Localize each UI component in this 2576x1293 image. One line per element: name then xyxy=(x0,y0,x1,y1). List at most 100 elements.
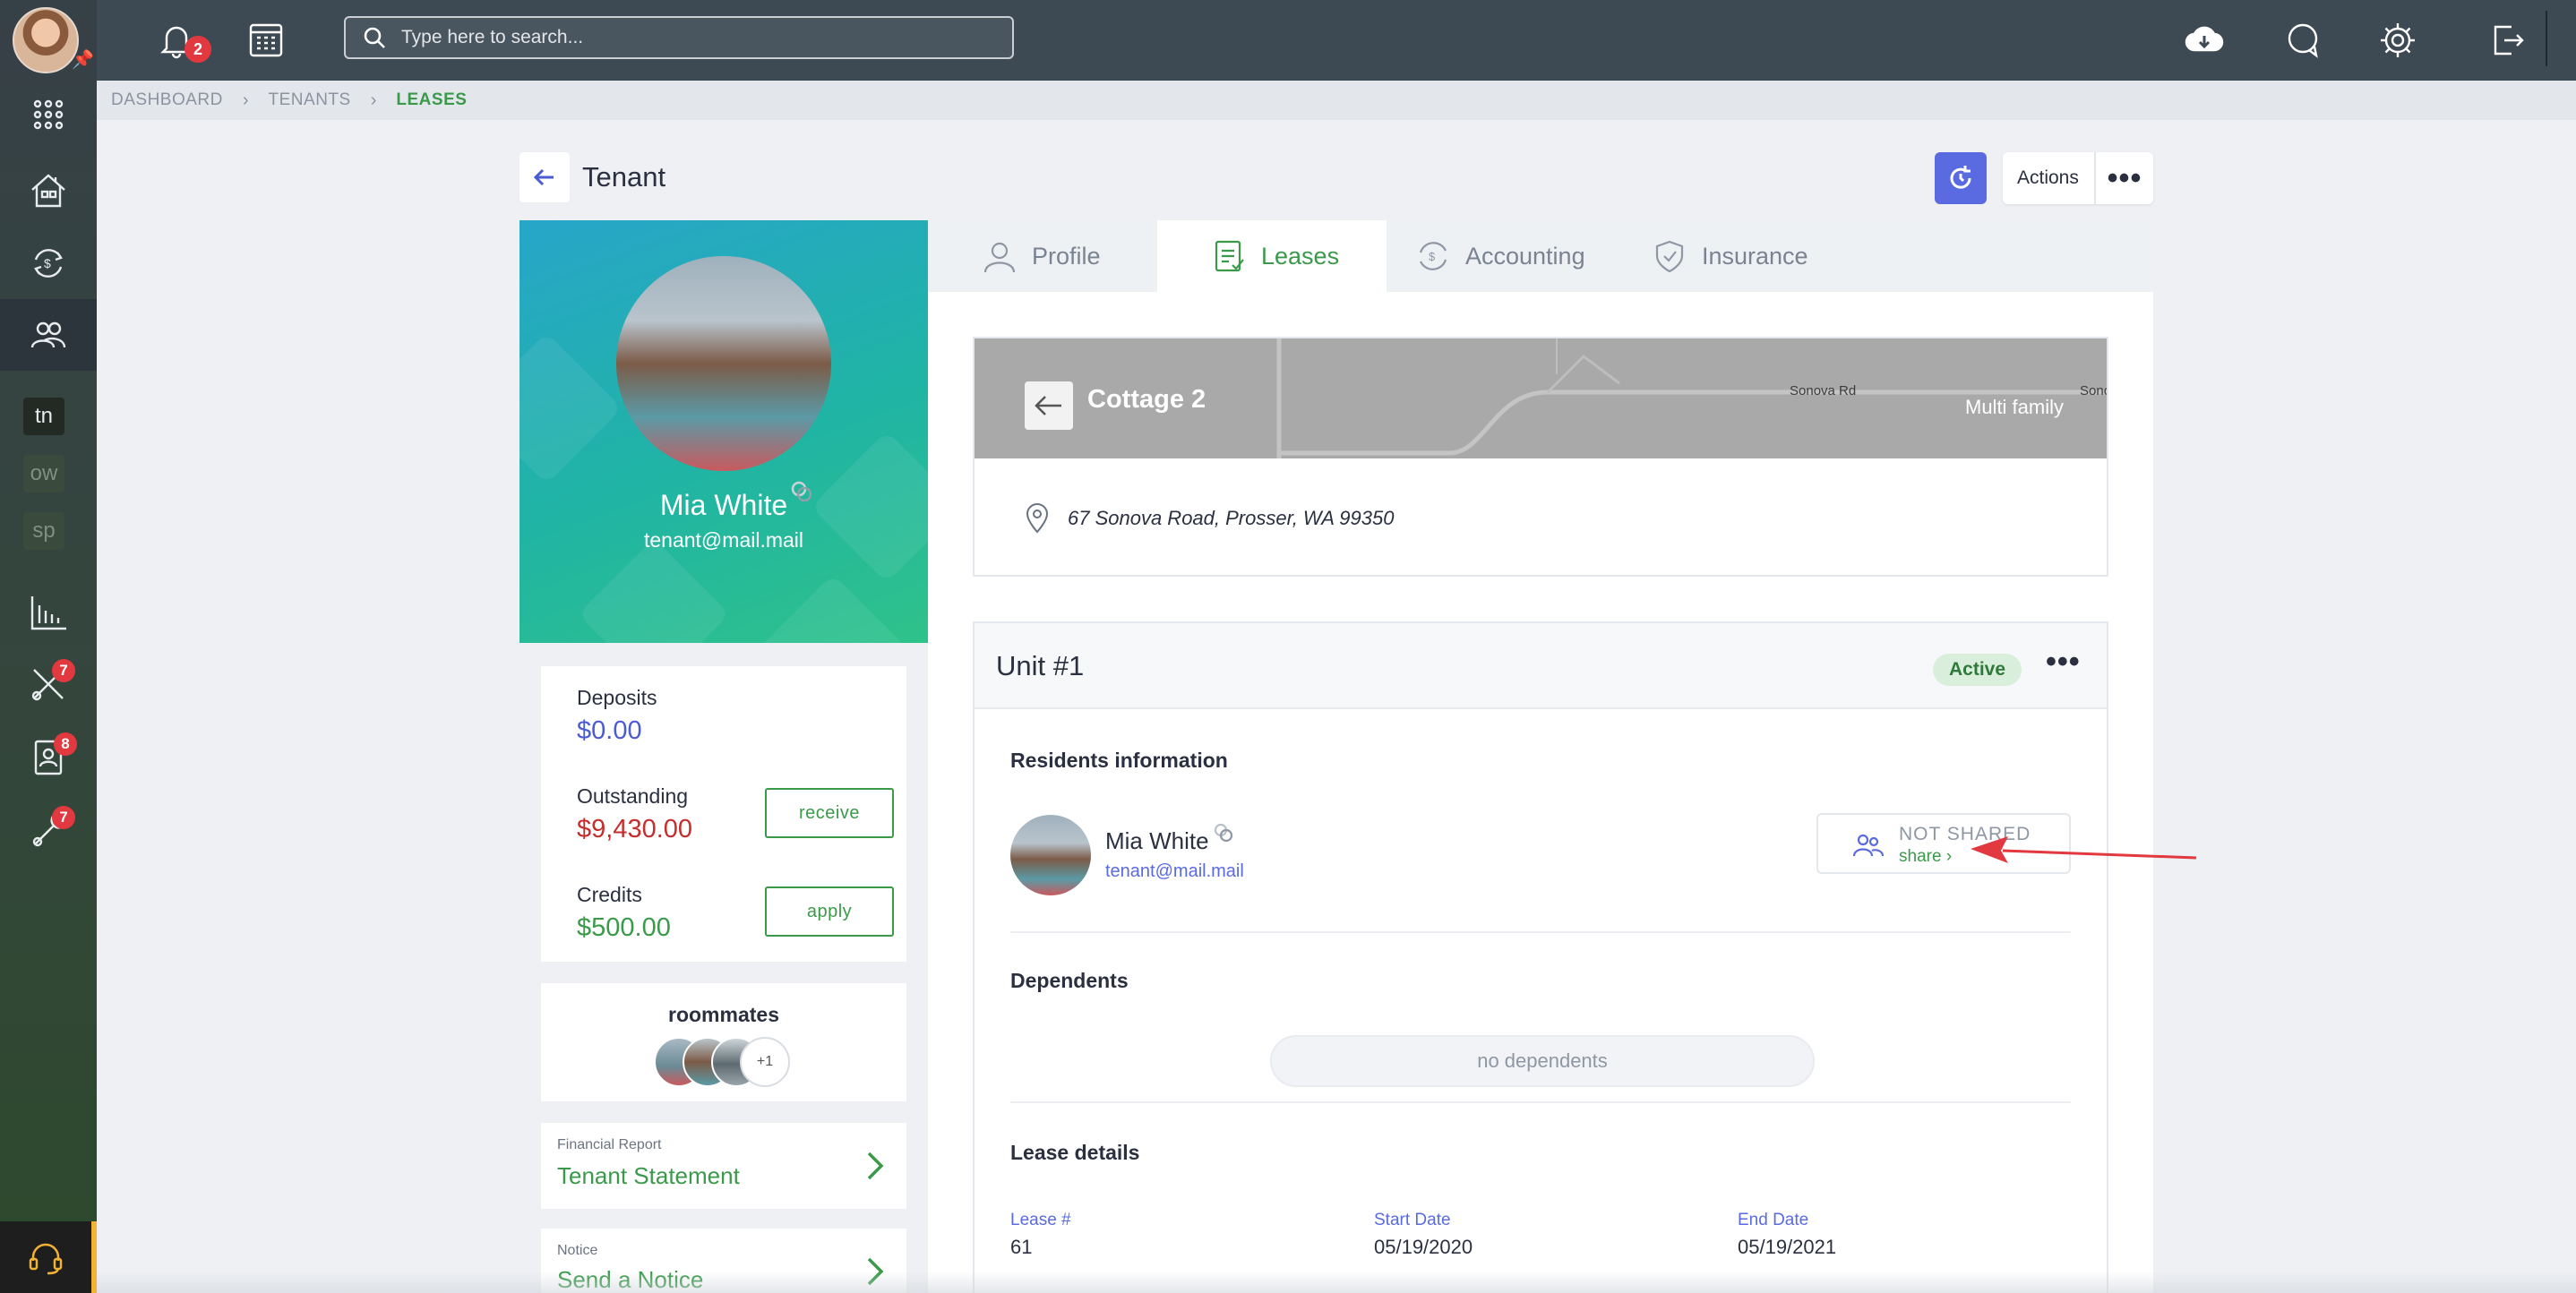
chevron-right-icon: › xyxy=(242,90,249,110)
roommates-card: roommates +1 xyxy=(541,983,906,1101)
tab-profile[interactable]: Profile xyxy=(982,220,1161,292)
notifications-badge: 2 xyxy=(185,36,211,63)
search-input[interactable] xyxy=(401,27,975,48)
tenant-email: tenant@mail.mail xyxy=(643,528,804,552)
shortcut-ow[interactable]: ow xyxy=(23,455,64,492)
search-icon xyxy=(364,27,385,48)
section-divider xyxy=(1010,1101,2071,1103)
search-bar[interactable] xyxy=(344,16,1014,59)
background-pattern xyxy=(578,538,730,643)
receive-button[interactable]: receive xyxy=(765,788,894,838)
breadcrumb-leases: LEASES xyxy=(396,90,468,109)
map-road-label-edge: Sono xyxy=(2080,383,2107,398)
maintenance-badge: 7 xyxy=(52,806,75,829)
share-link-label: share xyxy=(1899,847,1942,866)
end-date-label: End Date xyxy=(1738,1211,1809,1229)
top-bar: 2 xyxy=(97,0,2576,81)
shortcut-tn[interactable]: tn xyxy=(23,398,64,435)
logout-icon[interactable] xyxy=(2483,16,2531,64)
dependents-title: Dependents xyxy=(1010,969,1129,992)
actions-label[interactable]: Actions xyxy=(2003,152,2096,204)
outstanding-label: Outstanding xyxy=(577,784,689,808)
lease-number-value: 61 xyxy=(1010,1236,1033,1258)
residents-title: Residents information xyxy=(1010,749,1228,772)
arrow-left-icon xyxy=(533,168,554,186)
tools-icon[interactable] xyxy=(0,648,97,720)
tab-accounting[interactable]: $ Accounting xyxy=(1415,220,1648,292)
property-card: Cottage 2 Sonova Rd Sono Multi family 67… xyxy=(973,337,2108,577)
apps-grid-icon[interactable] xyxy=(0,79,97,150)
left-sidebar: 📌 $ tn ow sp 7 8 7 xyxy=(0,0,97,1293)
tab-leases-label: Leases xyxy=(1261,242,1340,270)
user-icon xyxy=(983,242,1016,273)
bottom-fade xyxy=(97,1272,2576,1293)
roommates-more-badge[interactable]: +1 xyxy=(740,1037,790,1087)
tab-leases[interactable]: Leases xyxy=(1157,220,1387,292)
unit-card: Unit #1 Active ••• Residents information… xyxy=(973,621,2108,1293)
property-name: Cottage 2 xyxy=(1087,385,1206,414)
no-dependents-placeholder: no dependents xyxy=(1270,1035,1815,1087)
background-pattern xyxy=(519,332,623,484)
reports-chart-icon[interactable] xyxy=(0,577,97,648)
tab-profile-label: Profile xyxy=(1032,242,1101,270)
accounting-cycle-icon: $ xyxy=(1419,242,1447,270)
deposits-label: Deposits xyxy=(577,686,657,709)
gear-icon[interactable] xyxy=(2374,16,2422,64)
send-notice-caption: Notice xyxy=(557,1243,598,1258)
map-road-label: Sonova Rd xyxy=(1790,383,1857,398)
annotation-arrow xyxy=(1971,836,2197,863)
breadcrumb: DASHBOARD › TENANTS › LEASES xyxy=(97,81,2576,120)
status-badge: Active xyxy=(1933,654,2022,686)
arrow-left-icon xyxy=(1035,396,1061,415)
lease-document-icon xyxy=(1215,240,1244,272)
finances-card: Deposits $0.00 Outstanding $9,430.00 rec… xyxy=(541,666,906,962)
apply-button[interactable]: apply xyxy=(765,886,894,937)
unit-more-dots-icon[interactable]: ••• xyxy=(2046,645,2081,680)
property-back-button[interactable] xyxy=(1025,381,1073,430)
background-pattern xyxy=(757,574,909,643)
maintenance-wrench-icon[interactable] xyxy=(0,795,97,867)
tab-insurance-label: Insurance xyxy=(1702,242,1808,270)
topbar-divider xyxy=(2546,11,2547,66)
resident-avatar xyxy=(1010,815,1091,895)
cloud-download-icon[interactable] xyxy=(2180,16,2228,64)
shortcut-sp[interactable]: sp xyxy=(23,512,64,550)
user-avatar[interactable] xyxy=(13,7,79,73)
unit-header: Unit #1 Active ••• xyxy=(975,623,2107,709)
breadcrumb-dashboard[interactable]: DASHBOARD xyxy=(111,90,223,110)
tenants-people-icon[interactable] xyxy=(0,299,97,371)
chevron-right-icon xyxy=(862,1148,889,1184)
resident-email[interactable]: tenant@mail.mail xyxy=(1105,861,1244,882)
payments-cycle-icon[interactable]: $ xyxy=(0,227,97,299)
tenant-photo xyxy=(616,256,831,471)
support-headset-icon[interactable] xyxy=(0,1221,97,1293)
chat-bubble-icon[interactable] xyxy=(2279,16,2327,64)
calendar-icon[interactable] xyxy=(242,16,290,64)
more-dots-icon[interactable]: ••• xyxy=(2096,163,2153,193)
unit-title: Unit #1 xyxy=(996,650,1085,681)
deposits-value: $0.00 xyxy=(577,716,642,745)
credits-value: $500.00 xyxy=(577,913,671,942)
property-address: 67 Sonova Road, Prosser, WA 99350 xyxy=(1068,507,1395,529)
start-date-value: 05/19/2020 xyxy=(1374,1236,1473,1258)
pin-icon[interactable]: 📌 xyxy=(72,48,94,71)
tenant-statement-link[interactable]: Financial Report Tenant Statement xyxy=(541,1123,906,1209)
link-icon[interactable] xyxy=(790,480,813,503)
outstanding-value: $9,430.00 xyxy=(577,815,693,843)
back-button[interactable] xyxy=(519,152,570,202)
contacts-card-icon[interactable] xyxy=(0,722,97,793)
share-link[interactable]: share › xyxy=(1899,847,1952,867)
properties-icon[interactable] xyxy=(0,154,97,226)
property-map: Cottage 2 Sonova Rd Sono Multi family xyxy=(975,338,2107,458)
breadcrumb-tenants[interactable]: TENANTS xyxy=(269,90,351,110)
tab-insurance[interactable]: Insurance xyxy=(1652,220,1885,292)
resident-name[interactable]: Mia White xyxy=(1105,827,1209,855)
refresh-button[interactable] xyxy=(1935,152,1987,204)
svg-text:$: $ xyxy=(44,256,51,270)
start-date-label: Start Date xyxy=(1374,1211,1451,1229)
end-date-value: 05/19/2021 xyxy=(1738,1236,1837,1258)
svg-text:$: $ xyxy=(1429,250,1436,263)
actions-dropdown[interactable]: Actions ••• xyxy=(2003,152,2153,204)
link-icon[interactable] xyxy=(1213,822,1234,843)
chevron-right-icon: › xyxy=(1945,847,1953,866)
